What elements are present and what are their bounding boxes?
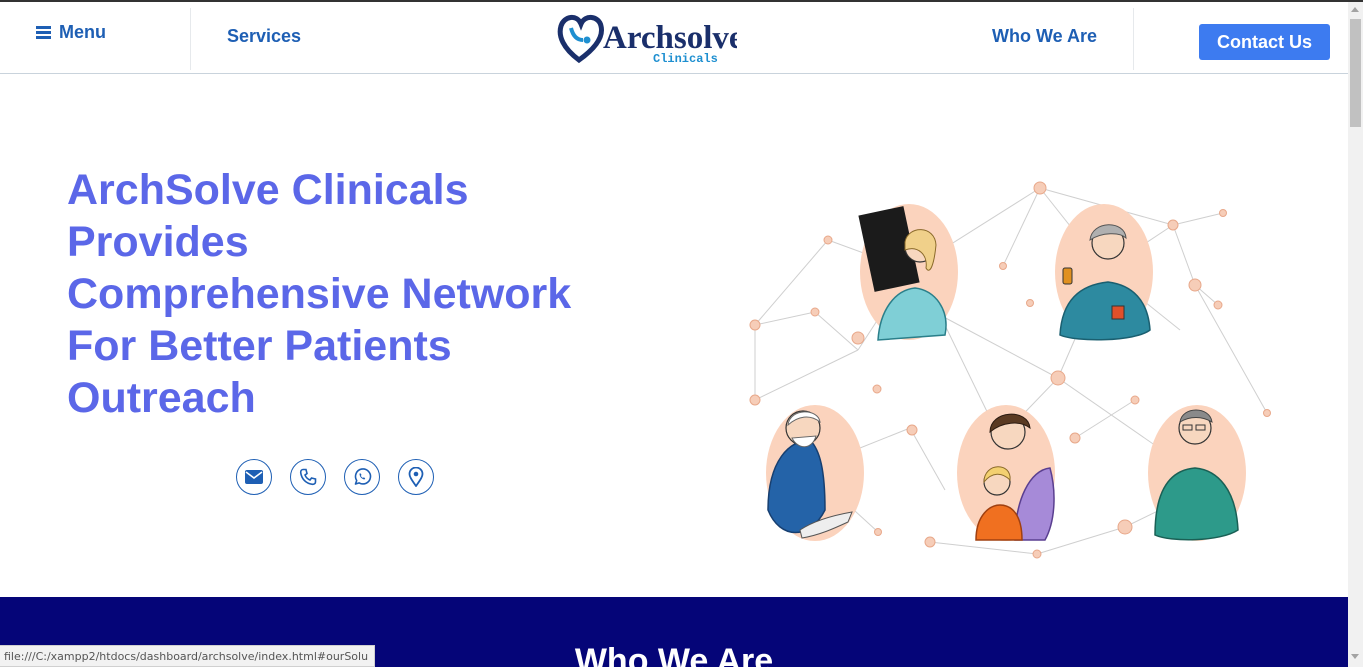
vertical-scrollbar[interactable] — [1348, 2, 1363, 667]
whatsapp-button[interactable] — [344, 459, 380, 495]
scroll-down-arrow-icon[interactable] — [1351, 654, 1359, 659]
phone-button[interactable] — [290, 459, 326, 495]
woman-portrait — [1055, 204, 1153, 341]
nav-who-we-are-link[interactable]: Who We Are — [992, 26, 1097, 47]
hero-title-line: ArchSolve Clinicals — [67, 166, 469, 214]
contact-us-button[interactable]: Contact Us — [1199, 24, 1330, 60]
whatsapp-icon — [354, 468, 372, 485]
email-button[interactable] — [236, 459, 272, 495]
patient-network-illustration — [749, 181, 1271, 559]
hero-title-line: For Better Patients — [67, 322, 452, 370]
status-bar-url: file:///C:/xampp2/htdocs/dashboard/archs… — [0, 645, 376, 667]
hero-title-line: Comprehensive Network — [67, 270, 572, 318]
site-header: Menu Services Archsolve Clinicals Who We… — [0, 2, 1348, 74]
menu-button[interactable]: Menu — [36, 22, 106, 43]
nav-divider — [1133, 8, 1134, 70]
page: Menu Services Archsolve Clinicals Who We… — [0, 0, 1363, 667]
hamburger-icon — [36, 26, 51, 39]
location-button[interactable] — [398, 459, 434, 495]
nav-services-link[interactable]: Services — [227, 26, 301, 47]
archsolve-logo[interactable]: Archsolve Clinicals — [557, 10, 744, 66]
svg-text:Archsolve: Archsolve — [603, 20, 737, 56]
nav-divider — [190, 8, 191, 70]
social-links — [236, 459, 434, 495]
doctor-portrait — [858, 204, 958, 341]
male-doctor-portrait — [1148, 405, 1246, 541]
hero-title-line: Outreach — [67, 374, 256, 422]
location-pin-icon — [408, 467, 424, 487]
envelope-icon — [245, 470, 263, 484]
phone-icon — [299, 468, 317, 486]
logo-heart-icon: Archsolve Clinicals — [557, 15, 744, 66]
menu-label: Menu — [59, 22, 106, 42]
hero-title: ArchSolve Clinicals Provides Comprehensi… — [67, 164, 647, 424]
elderly-man-portrait — [766, 405, 864, 541]
scroll-up-arrow-icon[interactable] — [1351, 7, 1359, 12]
mother-child-portrait — [957, 405, 1055, 541]
hero-title-line: Provides — [67, 218, 249, 266]
scrollbar-thumb[interactable] — [1350, 19, 1361, 127]
svg-text:Clinicals: Clinicals — [653, 52, 718, 66]
